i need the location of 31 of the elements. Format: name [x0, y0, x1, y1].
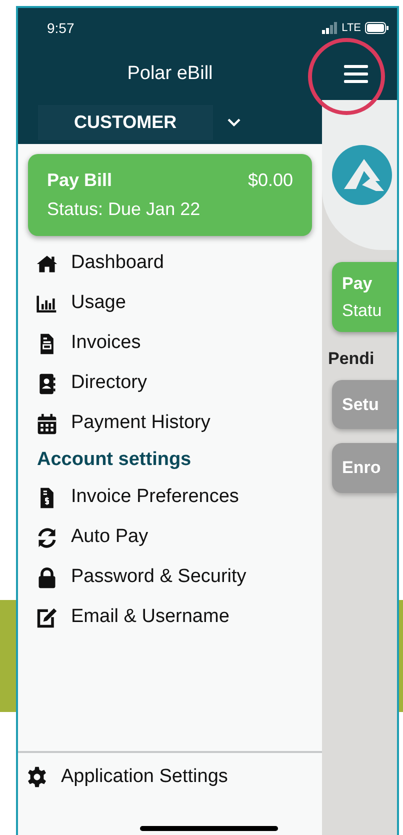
bill-status: Status: Due Jan 22 — [47, 198, 202, 221]
background-card-title: Pay — [342, 273, 374, 295]
signal-icon — [322, 22, 338, 34]
menu-icon — [344, 64, 368, 84]
menu-item[interactable]: Invoices — [18, 324, 322, 364]
menu-item[interactable]: Directory — [18, 364, 322, 404]
pay-bill-title: Pay Bill — [47, 169, 112, 192]
logo-icon — [332, 145, 392, 205]
edit-icon — [36, 606, 58, 629]
menu-item[interactable]: Invoice Preferences — [18, 478, 322, 518]
background-card-status: Statu — [342, 300, 383, 322]
menu-item[interactable]: Application Settings — [18, 753, 322, 801]
app-title: Polar eBill — [126, 62, 214, 86]
calendar-icon — [36, 412, 58, 435]
lock-icon — [36, 566, 58, 589]
menu-item[interactable]: Usage — [18, 284, 322, 324]
menu-item[interactable]: Payment History — [18, 404, 322, 444]
battery-icon — [365, 22, 389, 34]
section-heading: Account settings — [36, 448, 192, 472]
network-label: LTE — [342, 20, 361, 36]
account-selector[interactable]: CUSTOMER — [38, 104, 213, 140]
status-time: 9:57 — [47, 18, 74, 38]
menu-item[interactable]: Email & Username — [18, 598, 322, 638]
background-pending-label: Pendi — [327, 348, 376, 370]
menu-item[interactable]: Dashboard — [18, 244, 322, 284]
settings-icon — [26, 766, 48, 788]
bill-amount: $0.00 — [248, 169, 293, 192]
menu-item[interactable]: Password & Security — [18, 558, 322, 598]
chevron-down-icon — [226, 118, 241, 126]
menu-item[interactable]: Auto Pay — [18, 518, 322, 558]
sync-icon — [36, 526, 58, 549]
